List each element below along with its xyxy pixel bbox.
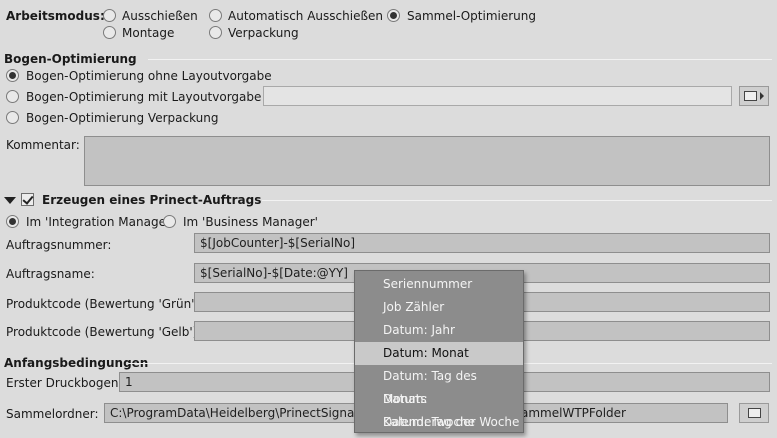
anfang-section-title: Anfangsbedingungen: [4, 356, 149, 370]
prinect-section-divider: [262, 200, 772, 201]
collapse-arrow-icon[interactable]: [4, 197, 16, 204]
radio-ausschiessen-label[interactable]: Ausschießen: [122, 9, 198, 23]
radio-sammel-optimierung-label[interactable]: Sammel-Optimierung: [407, 9, 536, 23]
radio-bogen-ohne-layout[interactable]: [6, 69, 19, 82]
radio-verpackung-label[interactable]: Verpackung: [228, 26, 299, 40]
sammelordner-value-right: ammelWTPFolder: [521, 406, 626, 420]
menu-item-datum-kalenderwoche[interactable]: Datum: Kalenderwoche: [355, 388, 523, 429]
arbeitsmodus-label: Arbeitsmodus:: [6, 9, 105, 23]
produktcode-gruen-label: Produktcode (Bewertung 'Grün'):: [6, 297, 204, 311]
prinect-section-title: Erzeugen eines Prinect-Auftrags: [42, 193, 262, 207]
radio-integration-manager-label[interactable]: Im 'Integration Manager': [26, 215, 174, 229]
auftragsnummer-label: Auftragsnummer:: [6, 238, 112, 252]
radio-verpackung[interactable]: [209, 26, 222, 39]
kommentar-textarea[interactable]: [84, 136, 770, 186]
menu-item-datum-tag-des-monats[interactable]: Datum: Tag des Monats: [355, 365, 523, 406]
auftragsname-label: Auftragsname:: [6, 267, 95, 281]
radio-montage-label[interactable]: Montage: [122, 26, 174, 40]
menu-item-datum-tag-der-woche[interactable]: Datum: Tag der Woche: [355, 411, 523, 434]
browse-icon: [744, 91, 757, 101]
kommentar-label: Kommentar:: [6, 138, 80, 152]
radio-integration-manager[interactable]: [6, 215, 19, 228]
radio-bogen-verpackung[interactable]: [6, 111, 19, 124]
menu-item-datum-monat[interactable]: Datum: Monat: [355, 342, 523, 365]
radio-automatisch-ausschiessen-label[interactable]: Automatisch Ausschießen: [228, 9, 383, 23]
layout-path-field[interactable]: [263, 86, 732, 106]
prinect-checkbox[interactable]: [21, 193, 34, 206]
produktcode-gelb-label: Produktcode (Bewertung 'Gelb'):: [6, 325, 202, 339]
sammelordner-browse-button[interactable]: [739, 403, 769, 423]
radio-bogen-mit-layout[interactable]: [6, 90, 19, 103]
bogen-section-divider: [148, 59, 772, 60]
placeholder-popup-menu: Seriennummer Job Zähler Datum: Jahr Datu…: [354, 270, 524, 433]
menu-item-seriennummer[interactable]: Seriennummer: [355, 273, 523, 296]
layout-browse-button[interactable]: [739, 86, 769, 106]
radio-ausschiessen[interactable]: [103, 9, 116, 22]
auftragsnummer-field[interactable]: $[JobCounter]-$[SerialNo]: [194, 233, 770, 253]
radio-bogen-verpackung-label[interactable]: Bogen-Optimierung Verpackung: [26, 111, 219, 125]
radio-sammel-optimierung[interactable]: [387, 9, 400, 22]
radio-bogen-mit-layout-label[interactable]: Bogen-Optimierung mit Layoutvorgabe: [26, 90, 261, 104]
radio-automatisch-ausschiessen[interactable]: [209, 9, 222, 22]
radio-montage[interactable]: [103, 26, 116, 39]
sammelordner-value-left: C:\ProgramData\Heidelberg\PrinectSignaSt…: [110, 406, 375, 420]
radio-business-manager[interactable]: [163, 215, 176, 228]
menu-item-datum-jahr[interactable]: Datum: Jahr: [355, 319, 523, 342]
radio-business-manager-label[interactable]: Im 'Business Manager': [183, 215, 318, 229]
menu-item-job-zaehler[interactable]: Job Zähler: [355, 296, 523, 319]
erster-druckbogen-label: Erster Druckbogen:: [6, 376, 123, 390]
browse-icon: [747, 408, 761, 418]
sammelordner-label: Sammelordner:: [6, 407, 99, 421]
bogen-section-title: Bogen-Optimierung: [4, 52, 137, 66]
radio-bogen-ohne-layout-label[interactable]: Bogen-Optimierung ohne Layoutvorgabe: [26, 69, 272, 83]
chevron-right-icon: [760, 92, 764, 100]
